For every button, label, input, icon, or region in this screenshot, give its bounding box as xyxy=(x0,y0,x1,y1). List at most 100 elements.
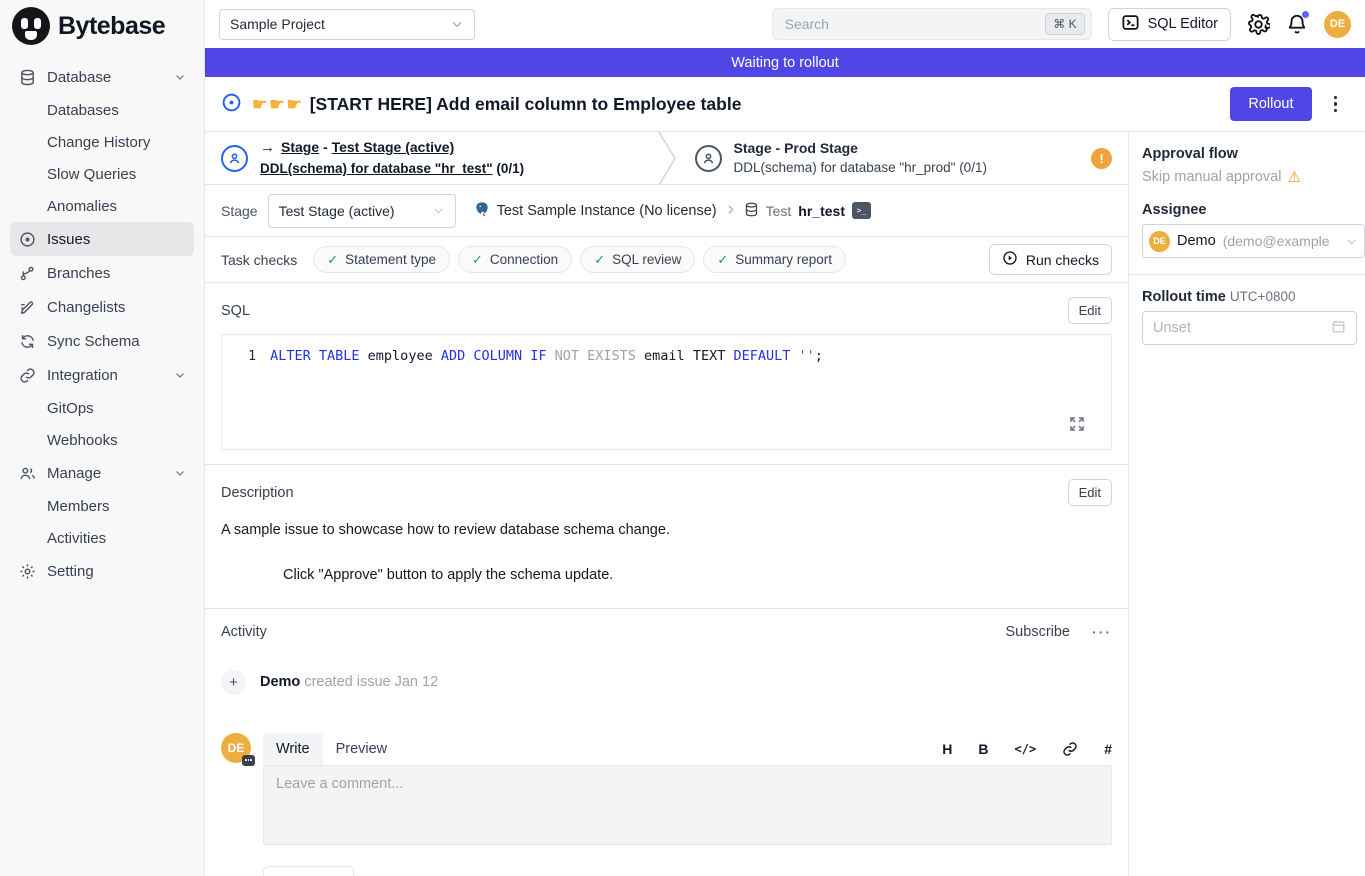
link-format-icon[interactable] xyxy=(1062,741,1078,757)
description-section: Description Edit A sample issue to showc… xyxy=(205,464,1128,608)
sidebar-item-slow-queries[interactable]: Slow Queries xyxy=(10,158,194,190)
search-shortcut-badge: ⌘ K xyxy=(1045,13,1084,35)
stage-label: Stage xyxy=(221,203,258,219)
comment-submit-button[interactable]: Comment xyxy=(263,866,354,876)
sidebar-item-changelists[interactable]: Changelists xyxy=(10,290,194,324)
chevron-down-icon xyxy=(174,369,186,381)
issue-content: →Stage - Test Stage (active) DDL(schema)… xyxy=(205,132,1128,876)
stage-select[interactable]: Test Stage (active) xyxy=(268,194,456,228)
stages-strip: →Stage - Test Stage (active) DDL(schema)… xyxy=(205,132,1128,185)
project-select[interactable]: Sample Project xyxy=(219,9,475,40)
tab-preview[interactable]: Preview xyxy=(323,733,401,765)
topbar: Sample Project ⌘ K SQL Editor xyxy=(205,0,1365,48)
bytebase-logo-icon xyxy=(12,7,50,45)
rollout-time-input[interactable]: Unset xyxy=(1142,311,1357,345)
sidebar-item-databases[interactable]: Databases xyxy=(10,94,194,126)
comment-editor: DE Write Preview H B </> xyxy=(205,705,1128,876)
check-pill-sql-review[interactable]: ✓SQL review xyxy=(580,246,695,273)
issue-title: ☛☛☛[START HERE] Add email column to Empl… xyxy=(252,94,741,115)
plus-icon: + xyxy=(221,670,246,695)
sql-editor-button[interactable]: SQL Editor xyxy=(1108,8,1231,41)
assignee-name: Demo xyxy=(1177,233,1216,249)
sidebar-item-manage[interactable]: Manage xyxy=(10,456,194,490)
app: Bytebase Database Databases Change Histo… xyxy=(0,0,1365,876)
description-paragraph: A sample issue to showcase how to review… xyxy=(221,520,1112,540)
sidebar-item-activities[interactable]: Activities xyxy=(10,522,194,554)
sidebar-item-anomalies[interactable]: Anomalies xyxy=(10,190,194,222)
run-checks-button[interactable]: Run checks xyxy=(989,244,1112,275)
sql-code-line: 1 ALTER TABLE employee ADD COLUMN IF NOT… xyxy=(222,335,1111,366)
issue-sidebar: Approval flow Skip manual approval ⚠ Ass… xyxy=(1128,132,1365,876)
issue-circle-icon xyxy=(18,230,37,249)
tab-write[interactable]: Write xyxy=(263,733,323,765)
user-avatar[interactable]: DE xyxy=(1324,11,1351,38)
description-edit-button[interactable]: Edit xyxy=(1068,479,1112,506)
issue-title-row: ☛☛☛[START HERE] Add email column to Empl… xyxy=(205,77,1365,132)
bold-format-icon[interactable]: B xyxy=(978,741,988,757)
task-checks-row: Task checks ✓Statement type ✓Connection … xyxy=(205,237,1128,283)
sidebar-item-integration[interactable]: Integration xyxy=(10,358,194,392)
search-input[interactable] xyxy=(785,16,1046,32)
sidebar-item-sync-schema[interactable]: Sync Schema xyxy=(10,324,194,358)
check-pill-summary-report[interactable]: ✓Summary report xyxy=(703,246,846,273)
sidebar-item-change-history[interactable]: Change History xyxy=(10,126,194,158)
sidebar-item-setting[interactable]: Setting xyxy=(10,554,194,588)
sidebar-item-branches[interactable]: Branches xyxy=(10,256,194,290)
subscribe-button[interactable]: Subscribe xyxy=(1006,624,1070,640)
speech-bubble-icon xyxy=(242,755,255,766)
sidebar: Bytebase Database Databases Change Histo… xyxy=(0,0,205,876)
sql-section-header: SQL Edit xyxy=(205,283,1128,332)
check-icon: ✓ xyxy=(594,252,605,268)
link-icon xyxy=(18,366,37,385)
code-format-icon[interactable]: </> xyxy=(1015,742,1037,756)
database-name[interactable]: hr_test xyxy=(798,203,845,219)
more-options-icon[interactable]: ··· xyxy=(1092,624,1112,640)
sidebar-item-webhooks[interactable]: Webhooks xyxy=(10,424,194,456)
rollout-button[interactable]: Rollout xyxy=(1230,87,1311,121)
comment-input[interactable] xyxy=(263,765,1112,845)
expand-icon[interactable] xyxy=(1069,416,1085,435)
stage-test[interactable]: →Stage - Test Stage (active) DDL(schema)… xyxy=(205,132,655,184)
check-pill-connection[interactable]: ✓Connection xyxy=(458,246,572,273)
stage-prod[interactable]: Stage - Prod Stage DDL(schema) for datab… xyxy=(679,132,1129,184)
sidebar-item-database[interactable]: Database xyxy=(10,60,194,94)
sql-label: SQL xyxy=(221,303,250,319)
check-pill-statement-type[interactable]: ✓Statement type xyxy=(313,246,450,273)
heading-format-icon[interactable]: H xyxy=(942,741,952,757)
environment-name: Test xyxy=(766,203,792,219)
sidebar-item-gitops[interactable]: GitOps xyxy=(10,392,194,424)
activity-section: Activity Subscribe ··· + Demo created is… xyxy=(205,608,1128,876)
chevron-down-icon xyxy=(174,71,186,83)
current-stage-arrow: → xyxy=(260,137,275,159)
database-icon xyxy=(744,202,759,220)
sql-edit-button[interactable]: Edit xyxy=(1068,297,1112,324)
chevron-down-icon xyxy=(174,467,186,479)
rollout-time-label: Rollout time xyxy=(1142,289,1226,305)
comment-avatar: DE xyxy=(221,733,251,763)
sql-editor[interactable]: 1 ALTER TABLE employee ADD COLUMN IF NOT… xyxy=(221,334,1112,450)
sidebar-item-issues[interactable]: Issues xyxy=(10,222,194,256)
brand-name: Bytebase xyxy=(58,12,165,41)
sidebar-item-members[interactable]: Members xyxy=(10,490,194,522)
assignee-avatar: DE xyxy=(1149,231,1170,252)
assignee-select[interactable]: DE Demo (demo@example xyxy=(1142,224,1365,258)
sidebar-nav: Database Databases Change History Slow Q… xyxy=(0,52,204,596)
assignee-email: (demo@example xyxy=(1223,233,1330,249)
settings-gear-icon[interactable] xyxy=(1247,13,1270,36)
instance-name[interactable]: Test Sample Instance (No license) xyxy=(497,203,717,219)
open-sql-editor-icon[interactable]: >_ xyxy=(852,202,871,219)
check-icon: ✓ xyxy=(472,252,483,268)
hash-format-icon[interactable]: # xyxy=(1104,741,1112,757)
brand-logo[interactable]: Bytebase xyxy=(0,0,204,52)
line-number: 1 xyxy=(248,347,256,366)
gear-icon xyxy=(18,562,37,581)
approver-icon-active xyxy=(221,145,248,172)
kebab-menu-icon[interactable] xyxy=(1322,90,1350,119)
assignee-label: Assignee xyxy=(1142,202,1365,218)
notification-bell-icon[interactable] xyxy=(1286,13,1308,35)
stage-separator xyxy=(655,132,679,184)
chevron-right-icon xyxy=(724,203,737,219)
people-icon xyxy=(18,464,37,483)
approver-icon-idle xyxy=(695,145,722,172)
approval-flow-value: Skip manual approval xyxy=(1142,169,1281,185)
